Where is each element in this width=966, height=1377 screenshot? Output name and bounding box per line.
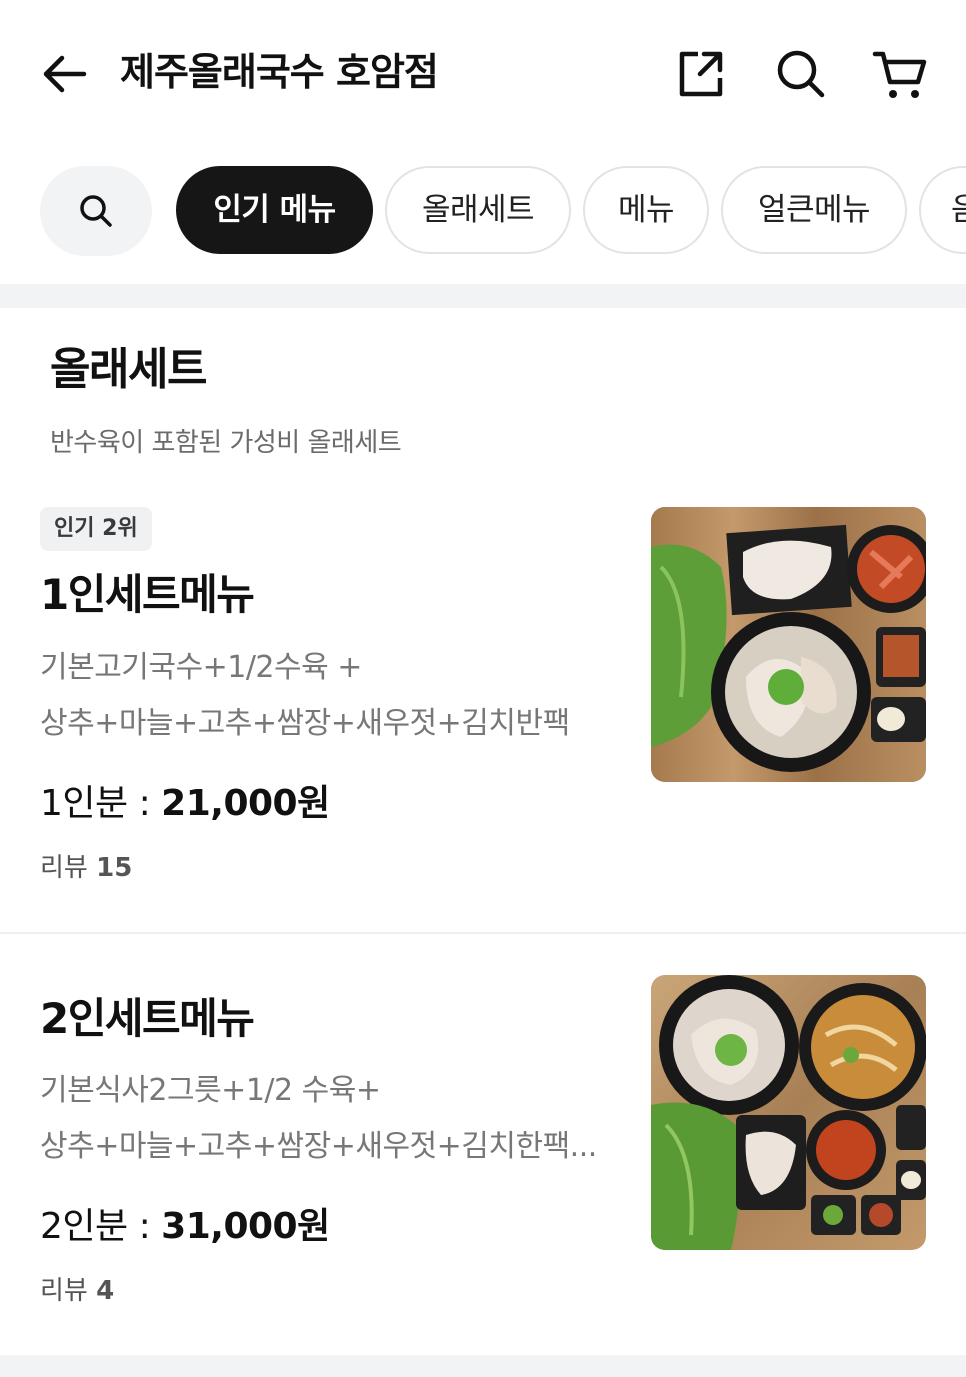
cart-icon (872, 51, 927, 98)
menu-item-price: 2인분 : 31,000원 (40, 1202, 330, 1252)
search-button[interactable] (774, 44, 826, 102)
description-line: 상추+마늘+고추+쌈장+새우젓+김치한팩... (40, 1129, 597, 1164)
app-header: 제주올래국수 호암점 (0, 0, 966, 145)
menu-item-name: 2인세트메뉴 (40, 994, 255, 1043)
price-label: 1인분 : (40, 783, 162, 824)
section-subtitle: 반수육이 포함된 가성비 올래세트 (50, 428, 402, 458)
chip-olle-set[interactable]: 올래세트 (385, 166, 571, 254)
chip-search-button[interactable] (40, 166, 152, 256)
arrow-left-icon (43, 55, 87, 93)
review-number: 15 (96, 853, 133, 883)
store-title: 제주올래국수 호암점 (120, 50, 439, 94)
review-number: 4 (96, 1276, 115, 1306)
share-icon (679, 51, 723, 97)
rank-badge: 인기 2위 (40, 507, 152, 551)
cart-button[interactable] (872, 44, 927, 102)
search-icon (777, 50, 825, 98)
food-photo-graphic (651, 507, 926, 782)
review-label: 리뷰 (40, 853, 88, 883)
chip-menu[interactable]: 메뉴 (583, 166, 709, 254)
menu-item-photo (651, 507, 926, 782)
description-line: 기본식사2그릇+1/2 수육+ (40, 1073, 381, 1108)
search-icon (80, 195, 112, 227)
food-photo-graphic (651, 975, 926, 1250)
share-button[interactable] (674, 44, 726, 102)
item-divider (0, 932, 966, 934)
chip-more[interactable]: 음 (919, 166, 966, 254)
chip-popular-menu[interactable]: 인기 메뉴 (176, 166, 373, 254)
section-divider (0, 284, 966, 308)
chip-spicy-menu[interactable]: 얼큰메뉴 (721, 166, 907, 254)
price-value: 21,000원 (161, 783, 330, 824)
review-label: 리뷰 (40, 1276, 88, 1306)
price-value: 31,000원 (161, 1206, 330, 1247)
back-button[interactable] (40, 48, 92, 100)
menu-item-name: 1인세트메뉴 (40, 570, 255, 619)
bottom-divider (0, 1355, 966, 1377)
section-title: 올래세트 (50, 344, 207, 395)
menu-item-description: 기본고기국수+1/2수육 + 상추+마늘+고추+쌈장+새우젓+김치반팩 (40, 640, 620, 752)
description-line: 기본고기국수+1/2수육 + (40, 650, 362, 685)
review-count: 리뷰 15 (40, 850, 132, 886)
menu-item-description: 기본식사2그릇+1/2 수육+ 상추+마늘+고추+쌈장+새우젓+김치한팩... (40, 1063, 620, 1175)
description-line: 상추+마늘+고추+쌈장+새우젓+김치반팩 (40, 706, 570, 741)
price-label: 2인분 : (40, 1206, 162, 1247)
review-count: 리뷰 4 (40, 1273, 114, 1309)
category-chip-bar: 인기 메뉴 올래세트 메뉴 얼큰메뉴 음 (0, 166, 966, 258)
menu-item-photo (651, 975, 926, 1250)
menu-item-price: 1인분 : 21,000원 (40, 779, 330, 829)
